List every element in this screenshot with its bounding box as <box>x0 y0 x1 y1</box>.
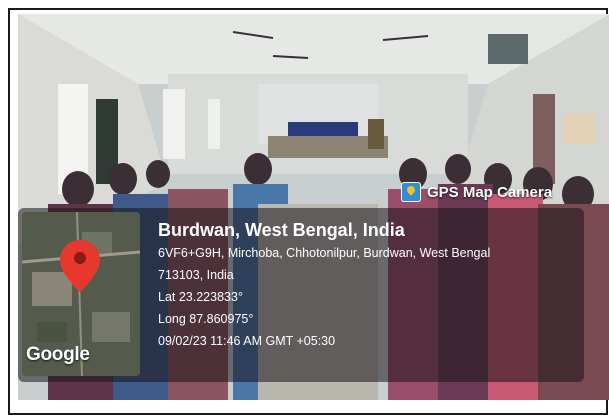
gps-camera-badge: GPS Map Camera <box>401 182 552 202</box>
longitude: Long 87.860975° <box>158 312 254 326</box>
map-thumbnail: Google <box>22 212 140 376</box>
timestamp: 09/02/23 11:46 AM GMT +05:30 <box>158 334 336 348</box>
address-line-2: 713103, India <box>158 268 234 282</box>
latitude: Lat 23.223833° <box>158 290 243 304</box>
city-line: Burdwan, West Bengal, India <box>158 220 405 240</box>
gps-camera-icon <box>401 182 421 202</box>
location-info: Burdwan, West Bengal, India 6VF6+G9H, Mi… <box>158 218 578 352</box>
google-logo: Google <box>26 344 90 365</box>
address-line-1: 6VF6+G9H, Mirchoba, Chhotonilpur, Burdwa… <box>158 246 491 260</box>
gps-camera-label: GPS Map Camera <box>427 183 553 201</box>
